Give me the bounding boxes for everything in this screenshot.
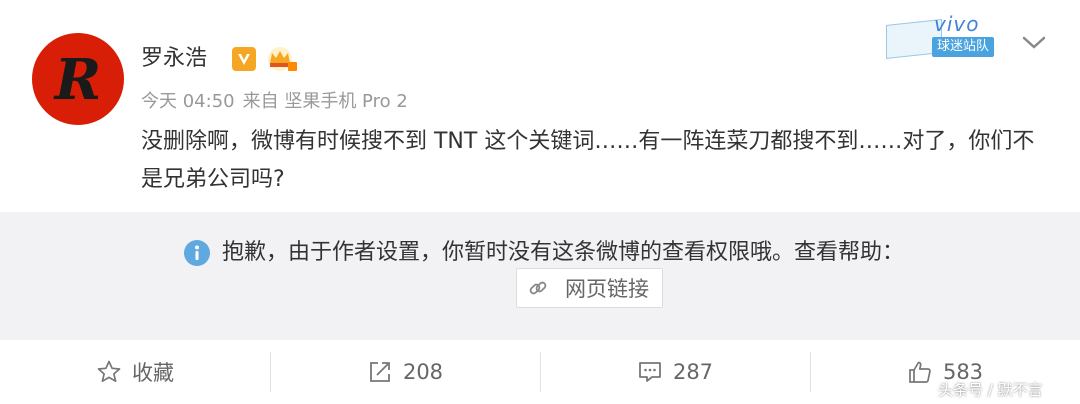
notice-message: 抱歉，由于作者设置，你暂时没有这条微博的查看权限哦。查看帮助： (222, 240, 905, 265)
chevron-down-icon[interactable] (1020, 32, 1048, 52)
favorite-label: 收藏 (132, 361, 174, 385)
author-name[interactable]: 罗永浩 (141, 44, 207, 74)
brand-logo: vivo (934, 12, 980, 36)
repost-button[interactable]: 208 (270, 340, 540, 404)
post-text: 没删除啊，微博有时候搜不到 TNT 这个关键词……有一阵连菜刀都搜不到……对了，… (141, 129, 1035, 192)
svg-text:R: R (53, 47, 102, 113)
star-icon (97, 360, 121, 383)
favorite-button[interactable]: 收藏 (0, 340, 270, 404)
share-icon (370, 362, 390, 382)
link-icon (529, 281, 547, 295)
post-time: 今天 04:50 (141, 91, 235, 112)
team-badge[interactable]: vivo 球迷站队 (882, 12, 1008, 60)
notice-line: 抱歉，由于作者设置，你暂时没有这条微博的查看权限哦。查看帮助： (184, 238, 904, 268)
post-source[interactable]: 来自 坚果手机 Pro 2 (243, 91, 408, 112)
comment-button[interactable]: 287 (540, 340, 810, 404)
comment-icon (639, 362, 661, 382)
avatar-logo: R (53, 47, 102, 113)
restricted-notice: 抱歉，由于作者设置，你暂时没有这条微博的查看权限哦。查看帮助： 网页链接 (0, 212, 1080, 340)
thumbs-up-icon (909, 361, 931, 383)
web-link-label: 网页链接 (565, 277, 649, 301)
repost-count: 208 (402, 360, 444, 384)
info-icon (184, 240, 210, 266)
crown-icon (264, 45, 298, 73)
web-link-button[interactable]: 网页链接 (516, 268, 663, 308)
avatar[interactable]: R (32, 33, 124, 125)
action-bar: 收藏 208 287 583 (0, 340, 1080, 404)
watermark: 头条号 / 默不言 (938, 381, 1043, 399)
verified-badge-icon (232, 47, 256, 71)
comment-count: 287 (672, 360, 714, 384)
post-meta: 今天 04:50 来自 坚果手机 Pro 2 (141, 91, 408, 113)
team-badge-label: 球迷站队 (932, 37, 995, 57)
